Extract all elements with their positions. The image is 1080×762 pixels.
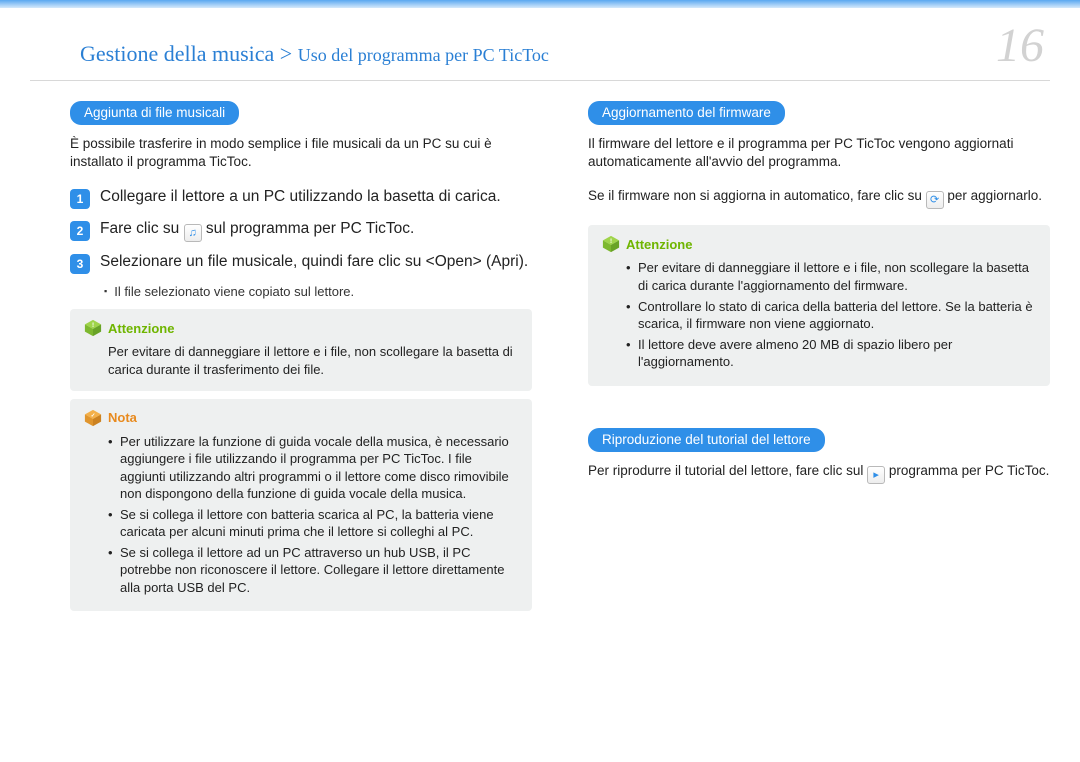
step-3-subnote: Il file selezionato viene copiato sul le… bbox=[104, 284, 532, 299]
firmware-p2: Se il firmware non si aggiorna in automa… bbox=[588, 187, 1050, 209]
step-2-text-a: Fare clic su bbox=[100, 220, 184, 237]
section-heading-firmware: Aggiornamento del firmware bbox=[588, 101, 785, 125]
attention-callout-right: ! Attenzione Per evitare di danneggiare … bbox=[588, 225, 1050, 385]
left-column: Aggiunta di file musicali È possibile tr… bbox=[70, 101, 532, 619]
top-accent-bar bbox=[0, 0, 1080, 8]
steps-list: 1 Collegare il lettore a un PC utilizzan… bbox=[70, 187, 532, 274]
breadcrumb: Gestione della musica > Uso del programm… bbox=[80, 41, 549, 67]
note-list: Per utilizzare la funzione di guida voca… bbox=[84, 433, 518, 597]
attention-cube-icon-right: ! bbox=[602, 235, 620, 253]
svg-text:✓: ✓ bbox=[91, 413, 96, 419]
play-icon: ▸ bbox=[867, 466, 885, 484]
step-2: 2 Fare clic su ♫ sul programma per PC Ti… bbox=[70, 219, 532, 242]
page-header: Gestione della musica > Uso del programm… bbox=[0, 8, 1080, 74]
note-item-2: Se si collega il lettore con batteria sc… bbox=[108, 506, 518, 541]
attention-cube-icon: ! bbox=[84, 319, 102, 337]
step-3: 3 Selezionare un file musicale, quindi f… bbox=[70, 252, 532, 274]
tutorial-p1-b: programma per PC TicToc. bbox=[885, 463, 1049, 478]
step-number-2: 2 bbox=[70, 221, 90, 241]
step-3-text: Selezionare un file musicale, quindi far… bbox=[100, 252, 528, 273]
step-2-text-b: sul programma per PC TicToc. bbox=[202, 220, 415, 237]
attention-label-right: Attenzione bbox=[626, 237, 692, 252]
svg-text:!: ! bbox=[92, 323, 94, 330]
firmware-p2-b: per aggiornarlo. bbox=[944, 188, 1042, 203]
step-number-1: 1 bbox=[70, 189, 90, 209]
attention-head: ! Attenzione bbox=[84, 319, 518, 337]
breadcrumb-sub: Uso del programma per PC TicToc bbox=[298, 45, 549, 65]
section-heading-tutorial: Riproduzione del tutorial del lettore bbox=[588, 428, 825, 452]
firmware-p1: Il firmware del lettore e il programma p… bbox=[588, 135, 1050, 171]
attention-callout-left: ! Attenzione Per evitare di danneggiare … bbox=[70, 309, 532, 390]
breadcrumb-separator: > bbox=[274, 41, 297, 66]
attention-right-item-1: Per evitare di danneggiare il lettore e … bbox=[626, 259, 1036, 294]
breadcrumb-main: Gestione della musica bbox=[80, 41, 274, 66]
svg-text:!: ! bbox=[610, 239, 612, 246]
attention-list-right: Per evitare di danneggiare il lettore e … bbox=[602, 259, 1036, 370]
attention-body: Per evitare di danneggiare il lettore e … bbox=[84, 343, 518, 378]
step-number-3: 3 bbox=[70, 254, 90, 274]
step-2-text: Fare clic su ♫ sul programma per PC TicT… bbox=[100, 219, 414, 242]
attention-right-item-3: Il lettore deve avere almeno 20 MB di sp… bbox=[626, 336, 1036, 371]
music-note-icon: ♫ bbox=[184, 224, 202, 242]
refresh-icon: ⟳ bbox=[926, 191, 944, 209]
tutorial-p1: Per riprodurre il tutorial del lettore, … bbox=[588, 462, 1050, 484]
attention-right-item-2: Controllare lo stato di carica della bat… bbox=[626, 298, 1036, 333]
page-number: 16 bbox=[996, 22, 1044, 70]
note-head: ✓ Nota bbox=[84, 409, 518, 427]
attention-head-right: ! Attenzione bbox=[602, 235, 1036, 253]
note-label: Nota bbox=[108, 410, 137, 425]
attention-label: Attenzione bbox=[108, 321, 174, 336]
section-heading-add-music: Aggiunta di file musicali bbox=[70, 101, 239, 125]
right-column: Aggiornamento del firmware Il firmware d… bbox=[588, 101, 1050, 619]
note-cube-icon: ✓ bbox=[84, 409, 102, 427]
firmware-p2-a: Se il firmware non si aggiorna in automa… bbox=[588, 188, 926, 203]
note-callout: ✓ Nota Per utilizzare la funzione di gui… bbox=[70, 399, 532, 612]
content-area: Aggiunta di file musicali È possibile tr… bbox=[0, 81, 1080, 619]
intro-paragraph: È possibile trasferire in modo semplice … bbox=[70, 135, 532, 171]
tutorial-p1-a: Per riprodurre il tutorial del lettore, … bbox=[588, 463, 867, 478]
step-1: 1 Collegare il lettore a un PC utilizzan… bbox=[70, 187, 532, 209]
note-item-1: Per utilizzare la funzione di guida voca… bbox=[108, 433, 518, 503]
note-item-3: Se si collega il lettore ad un PC attrav… bbox=[108, 544, 518, 597]
step-1-text: Collegare il lettore a un PC utilizzando… bbox=[100, 187, 501, 208]
